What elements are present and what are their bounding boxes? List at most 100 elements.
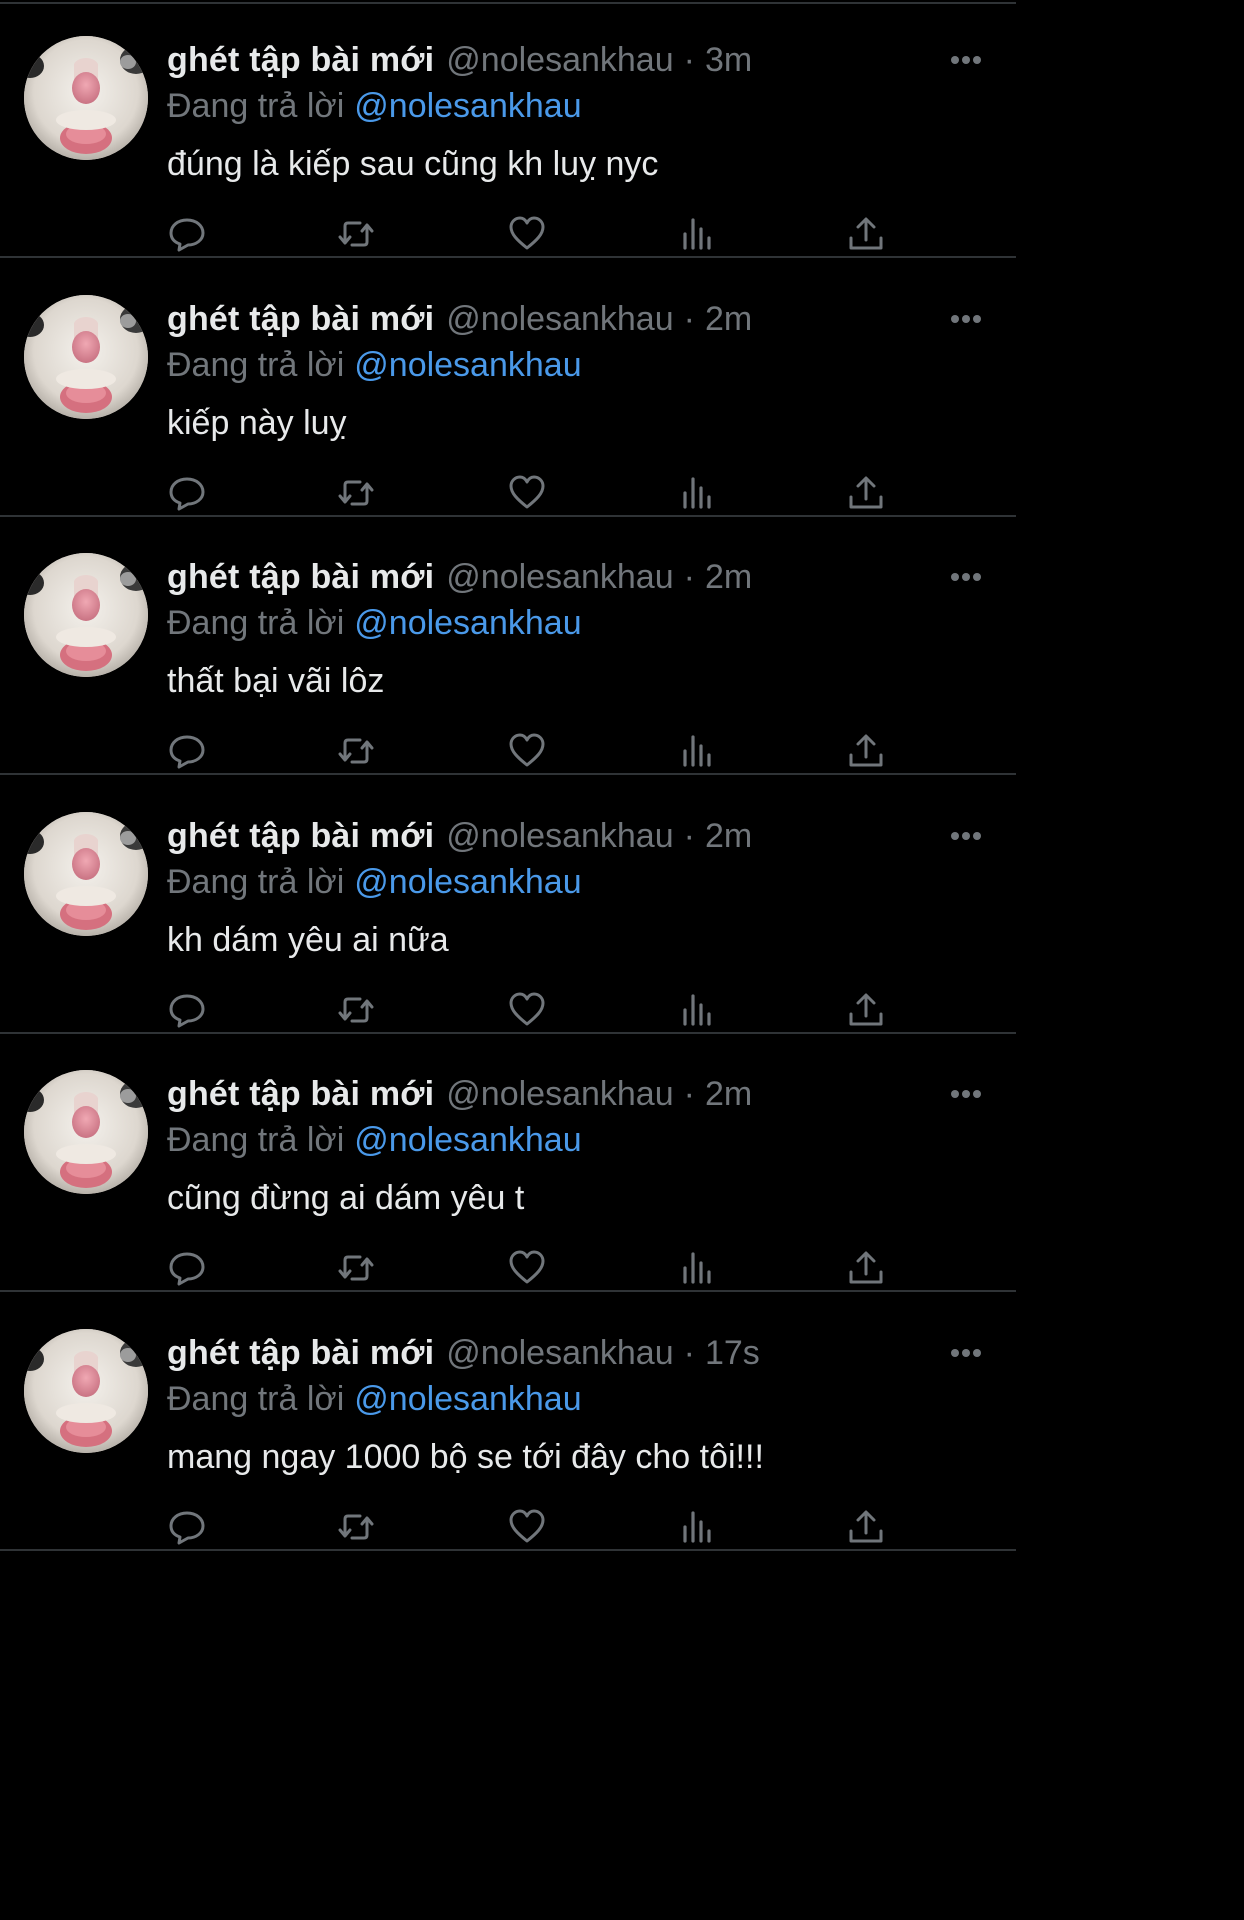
replying-to-line: Đang trả lời @nolesankhau xyxy=(167,601,582,645)
tweet-divider xyxy=(0,256,1016,258)
user-handle[interactable]: @nolesankhau xyxy=(446,300,673,338)
timestamp[interactable]: 17s xyxy=(705,1334,760,1372)
user-handle[interactable]: @nolesankhau xyxy=(446,1075,673,1113)
heart-icon[interactable] xyxy=(507,1248,547,1288)
separator-dot: · xyxy=(683,1334,695,1372)
cat-avatar-image[interactable] xyxy=(24,1329,148,1453)
share-upload-icon[interactable] xyxy=(846,1507,886,1547)
reply-bubble-icon[interactable] xyxy=(167,990,207,1030)
reply-bubble-icon[interactable] xyxy=(167,214,207,254)
timestamp[interactable]: 2m xyxy=(705,300,752,338)
replying-to-label: Đang trả lời xyxy=(167,87,345,125)
reply-mention-link[interactable]: @nolesankhau xyxy=(354,87,581,125)
tweet-header: ghét tập bài mới @nolesankhau · 2m xyxy=(167,814,752,858)
reply-bubble-icon[interactable] xyxy=(167,731,207,771)
separator-dot: · xyxy=(683,1075,695,1113)
cat-avatar-image[interactable] xyxy=(24,36,148,160)
tweet-text: mang ngay 1000 bộ se tới đây cho tôi!!! xyxy=(167,1438,764,1476)
reply-mention-link[interactable]: @nolesankhau xyxy=(354,604,581,642)
tweet-header: ghét tập bài mới @nolesankhau · 3m xyxy=(167,38,752,82)
share-upload-icon[interactable] xyxy=(846,1248,886,1288)
replying-to-line: Đang trả lời @nolesankhau xyxy=(167,1118,582,1162)
cat-avatar-image[interactable] xyxy=(24,553,148,677)
retweet-icon[interactable] xyxy=(336,473,376,513)
timestamp[interactable]: 3m xyxy=(705,41,752,79)
heart-icon[interactable] xyxy=(507,990,547,1030)
tweet[interactable]: ghét tập bài mới @nolesankhau · 2m Đang trả… xyxy=(0,1034,1016,1292)
replying-to-line: Đang trả lời @nolesankhau xyxy=(167,860,582,904)
reply-bubble-icon[interactable] xyxy=(167,473,207,513)
heart-icon[interactable] xyxy=(507,1507,547,1547)
tweet-text: đúng là kiếp sau cũng kh luỵ nyc xyxy=(167,145,659,183)
user-handle[interactable]: @nolesankhau xyxy=(446,558,673,596)
tweet[interactable]: ghét tập bài mới @nolesankhau · 17s Đang tr… xyxy=(0,1293,1016,1551)
timestamp[interactable]: 2m xyxy=(705,558,752,596)
display-name[interactable]: ghét tập bài mới xyxy=(167,558,434,596)
tweet-header: ghét tập bài mới @nolesankhau · 2m xyxy=(167,1072,752,1116)
tweet[interactable]: ghét tập bài mới @nolesankhau · 2m Đang trả… xyxy=(0,259,1016,517)
cat-avatar-image[interactable] xyxy=(24,1070,148,1194)
display-name[interactable]: ghét tập bài mới xyxy=(167,1334,434,1372)
reply-mention-link[interactable]: @nolesankhau xyxy=(354,1121,581,1159)
share-upload-icon[interactable] xyxy=(846,473,886,513)
cat-avatar-image[interactable] xyxy=(24,295,148,419)
tweet[interactable]: ghét tập bài mới @nolesankhau · 2m Đang trả… xyxy=(0,776,1016,1034)
reply-mention-link[interactable]: @nolesankhau xyxy=(354,346,581,384)
bar-chart-icon[interactable] xyxy=(677,990,717,1030)
bar-chart-icon[interactable] xyxy=(677,1507,717,1547)
tweet-text: cũng đừng ai dám yêu t xyxy=(167,1179,525,1217)
reply-mention-link[interactable]: @nolesankhau xyxy=(354,863,581,901)
tweet-text: kiếp này luỵ xyxy=(167,404,347,442)
user-handle[interactable]: @nolesankhau xyxy=(446,41,673,79)
bar-chart-icon[interactable] xyxy=(677,214,717,254)
more-horizontal-icon[interactable] xyxy=(946,1343,986,1363)
retweet-icon[interactable] xyxy=(336,1248,376,1288)
more-horizontal-icon[interactable] xyxy=(946,309,986,329)
bar-chart-icon[interactable] xyxy=(677,731,717,771)
retweet-icon[interactable] xyxy=(336,1507,376,1547)
heart-icon[interactable] xyxy=(507,731,547,771)
retweet-icon[interactable] xyxy=(336,214,376,254)
replying-to-label: Đang trả lời xyxy=(167,1380,345,1418)
tweet-text: thất bại vãi lôz xyxy=(167,662,385,700)
cat-avatar-image[interactable] xyxy=(24,812,148,936)
user-handle[interactable]: @nolesankhau xyxy=(446,817,673,855)
bar-chart-icon[interactable] xyxy=(677,1248,717,1288)
more-horizontal-icon[interactable] xyxy=(946,50,986,70)
user-handle[interactable]: @nolesankhau xyxy=(446,1334,673,1372)
reply-bubble-icon[interactable] xyxy=(167,1248,207,1288)
more-horizontal-icon[interactable] xyxy=(946,1084,986,1104)
share-upload-icon[interactable] xyxy=(846,214,886,254)
display-name[interactable]: ghét tập bài mới xyxy=(167,41,434,79)
separator-dot: · xyxy=(683,41,695,79)
replying-to-label: Đang trả lời xyxy=(167,346,345,384)
more-horizontal-icon[interactable] xyxy=(946,567,986,587)
retweet-icon[interactable] xyxy=(336,731,376,771)
separator-dot: · xyxy=(683,300,695,338)
reply-mention-link[interactable]: @nolesankhau xyxy=(354,1380,581,1418)
display-name[interactable]: ghét tập bài mới xyxy=(167,1075,434,1113)
replying-to-label: Đang trả lời xyxy=(167,604,345,642)
reply-bubble-icon[interactable] xyxy=(167,1507,207,1547)
more-horizontal-icon[interactable] xyxy=(946,826,986,846)
replying-to-line: Đang trả lời @nolesankhau xyxy=(167,343,582,387)
retweet-icon[interactable] xyxy=(336,990,376,1030)
separator-dot: · xyxy=(683,558,695,596)
tweet-header: ghét tập bài mới @nolesankhau · 2m xyxy=(167,555,752,599)
share-upload-icon[interactable] xyxy=(846,731,886,771)
tweet[interactable]: ghét tập bài mới @nolesankhau · 3m Đang trả… xyxy=(0,0,1016,258)
tweet-divider xyxy=(0,773,1016,775)
replying-to-label: Đang trả lời xyxy=(167,863,345,901)
replying-to-label: Đang trả lời xyxy=(167,1121,345,1159)
heart-icon[interactable] xyxy=(507,473,547,513)
tweet[interactable]: ghét tập bài mới @nolesankhau · 2m Đang trả… xyxy=(0,517,1016,775)
display-name[interactable]: ghét tập bài mới xyxy=(167,817,434,855)
share-upload-icon[interactable] xyxy=(846,990,886,1030)
bar-chart-icon[interactable] xyxy=(677,473,717,513)
display-name[interactable]: ghét tập bài mới xyxy=(167,300,434,338)
timestamp[interactable]: 2m xyxy=(705,1075,752,1113)
heart-icon[interactable] xyxy=(507,214,547,254)
timestamp[interactable]: 2m xyxy=(705,817,752,855)
tweet-divider xyxy=(0,1549,1016,1551)
tweet-header: ghét tập bài mới @nolesankhau · 2m xyxy=(167,297,752,341)
